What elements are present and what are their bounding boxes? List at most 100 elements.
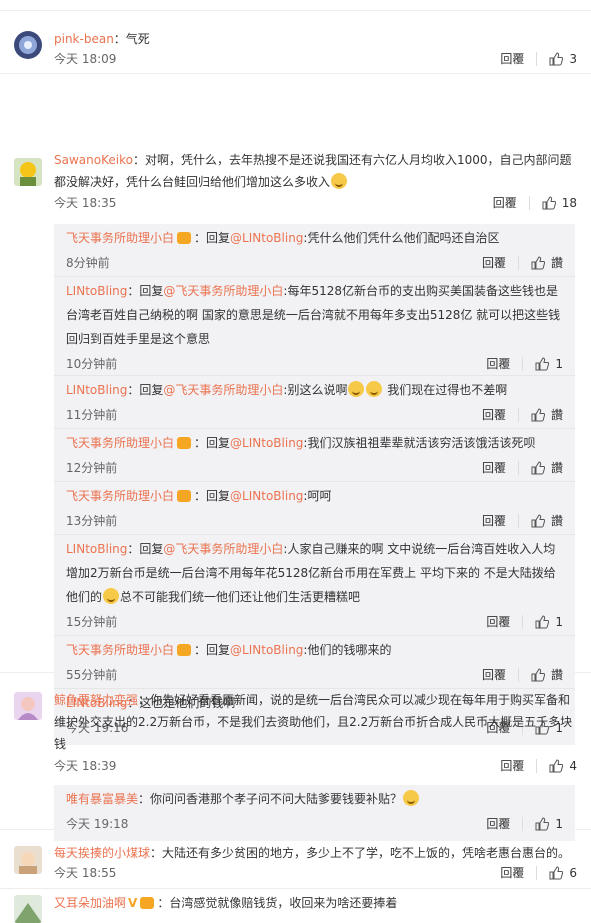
comment-meta: 今天 18:39 回覆 4 (54, 757, 577, 779)
timestamp: 13分钟前 (66, 514, 118, 528)
divider (517, 408, 519, 422)
like-button[interactable]: 讚 (531, 250, 563, 276)
timestamp: 10分钟前 (66, 357, 118, 371)
like-button[interactable]: 1 (535, 351, 563, 377)
comment-text: SawanoKeiko：对啊，凭什么，去年热搜不是还说我国还有六亿人月均收入10… (54, 153, 572, 189)
top-divider (0, 0, 591, 11)
reply-button[interactable]: 回覆 (482, 508, 506, 534)
like-button[interactable]: 讚 (531, 402, 563, 428)
comment-text: 每天挨揍的小煤球：大陆还有多少贫困的地方，多少上不了学，吃不上饭的，凭啥老惠台惠… (54, 846, 571, 860)
reply-button[interactable]: 回覆 (500, 864, 524, 881)
like-button[interactable]: 18 (542, 196, 577, 210)
avatar[interactable] (14, 895, 42, 923)
timestamp: 今天 18:09 (54, 52, 117, 66)
thumbs-up-icon (542, 195, 556, 209)
username-link[interactable]: 鲸鱼要努力变强 (54, 693, 138, 707)
thumbs-up-icon (549, 865, 564, 879)
like-count: 18 (561, 195, 577, 210)
username-link[interactable]: LINtoBling (66, 383, 127, 397)
comment-text: 鲸鱼要努力变强：你先好好看看原新闻，说的是统一后台湾民众可以减少现在每年用于购买… (54, 693, 573, 751)
divider (536, 758, 538, 773)
reply-button[interactable]: 回覆 (493, 194, 517, 211)
timestamp: 8分钟前 (66, 256, 110, 270)
username-link[interactable]: 唯有暴富暴美 (66, 792, 138, 806)
vip-badge-icon (177, 232, 192, 244)
like-count: 6 (569, 865, 577, 880)
avatar[interactable] (14, 846, 42, 874)
thumbs-up-icon (535, 817, 550, 831)
reply-button[interactable]: 回覆 (482, 402, 506, 428)
username-link[interactable]: SawanoKeiko (54, 153, 133, 167)
username-link[interactable]: 飞天事务所助理小白 (66, 231, 174, 245)
reply-button[interactable]: 回覆 (500, 757, 524, 774)
mention-link[interactable]: @飞天事务所助理小白 (163, 383, 283, 397)
reply-button[interactable]: 回覆 (486, 351, 510, 377)
like-count: 讚 (550, 256, 563, 270)
reply-actions: 回覆 讚 (482, 508, 563, 534)
comment-actions: 回覆 6 (500, 864, 577, 881)
comment-text: pink-bean：气死 (54, 32, 150, 46)
username-link[interactable]: 飞天事务所助理小白 (66, 436, 174, 450)
mention-link[interactable]: @LINtoBling (230, 436, 303, 450)
like-count: 讚 (550, 514, 563, 528)
divider (536, 865, 538, 880)
avatar[interactable] (14, 158, 42, 186)
comment-item: pink-bean：气死 今天 18:09 回覆 3 (0, 11, 591, 74)
thumbs-up-icon (535, 615, 550, 629)
username-link[interactable]: pink-bean (54, 32, 114, 46)
thumbs-up-icon (531, 256, 545, 270)
comment-meta: 今天 18:55 回覆 6 (54, 864, 577, 886)
comment-item: SawanoKeiko：对啊，凭什么，去年热搜不是还说我国还有六亿人月均收入10… (0, 74, 591, 745)
reply-meta: 8分钟前 回覆 讚 (66, 250, 563, 276)
divider (522, 357, 524, 371)
username-link[interactable]: LINtoBling (66, 284, 127, 298)
mention-link[interactable]: @LINtoBling (230, 643, 303, 657)
like-button[interactable]: 3 (549, 52, 577, 66)
username-link[interactable]: 飞天事务所助理小白 (66, 489, 174, 503)
like-count: 1 (555, 357, 563, 371)
timestamp: 今天 18:39 (54, 759, 117, 773)
reply-item: 飞天事务所助理小白 ：回复@LINtoBling:我们汉族祖祖辈辈就活该穷活该饿活… (54, 429, 575, 482)
like-button[interactable]: 讚 (531, 508, 563, 534)
vip-badge-icon (177, 490, 192, 502)
like-button[interactable]: 6 (549, 866, 577, 880)
avatar[interactable] (14, 31, 42, 59)
mention-link[interactable]: @LINtoBling (230, 489, 303, 503)
reply-meta: 11分钟前 回覆 讚 (66, 402, 563, 428)
timestamp: 15分钟前 (66, 615, 118, 629)
reply-meta: 13分钟前 回覆 讚 (66, 508, 563, 534)
mention-link[interactable]: @飞天事务所助理小白 (163, 284, 283, 298)
username-link[interactable]: 飞天事务所助理小白 (66, 643, 174, 657)
timestamp: 今天 19:18 (66, 817, 129, 831)
mention-link[interactable]: @飞天事务所助理小白 (163, 542, 283, 556)
reply-text: 飞天事务所助理小白 ：回复@LINtoBling:他们的钱哪来的 (66, 643, 392, 657)
thumbs-up-icon (531, 461, 545, 475)
mention-link[interactable]: @LINtoBling (230, 231, 303, 245)
reply-thread: 飞天事务所助理小白 ：回复@LINtoBling:凭什么他们凭什么他们配吗还自治区… (54, 224, 575, 745)
divider (517, 514, 519, 528)
thumbs-up-icon (531, 514, 545, 528)
reply-meta: 15分钟前 回覆 1 (66, 609, 563, 635)
avatar[interactable] (14, 692, 42, 720)
reply-actions: 回覆 1 (486, 351, 563, 377)
reply-button[interactable]: 回覆 (482, 250, 506, 276)
comment-feed: pink-bean：气死 今天 18:09 回覆 3 SawanoKeiko：对… (0, 0, 591, 923)
like-button[interactable]: 1 (535, 609, 563, 635)
reply-item: 飞天事务所助理小白 ：回复@LINtoBling:呵呵 13分钟前 回覆 讚 (54, 482, 575, 535)
reply-actions: 回覆 讚 (482, 402, 563, 428)
reply-button[interactable]: 回覆 (482, 455, 506, 481)
reply-button[interactable]: 回覆 (486, 609, 510, 635)
username-link[interactable]: 每天挨揍的小煤球 (54, 846, 150, 860)
grin-emoji-icon (403, 790, 420, 806)
timestamp: 11分钟前 (66, 408, 118, 422)
laugh-emoji-icon (103, 588, 120, 604)
username-link[interactable]: 又耳朵加油啊 (54, 896, 126, 910)
reply-button[interactable]: 回覆 (500, 50, 524, 67)
like-button[interactable]: 讚 (531, 455, 563, 481)
username-link[interactable]: LINtoBling (66, 542, 127, 556)
like-button[interactable]: 4 (549, 759, 577, 773)
thumbs-up-icon (535, 357, 550, 371)
comment-item: 每天挨揍的小煤球：大陆还有多少贫困的地方，多少上不了学，吃不上饭的，凭啥老惠台惠… (0, 830, 591, 889)
divider (528, 195, 530, 210)
reply-item: LINtoBling：回复@飞天事务所助理小白:别这么说啊 我们现在过得也不差啊… (54, 376, 575, 429)
